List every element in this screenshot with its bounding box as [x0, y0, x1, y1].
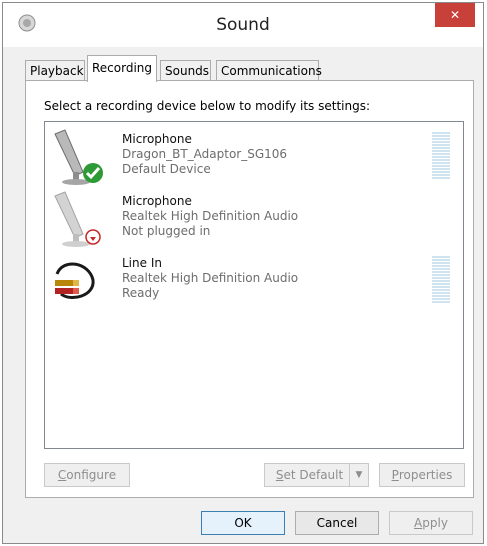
list-item[interactable]: Microphone Realtek High Definition Audio… [45, 188, 463, 248]
chevron-down-icon[interactable]: ▼ [349, 464, 368, 486]
device-driver: Realtek High Definition Audio [122, 209, 299, 223]
sound-dialog: Sound ✕ Playback Recording Sounds Commun… [2, 2, 484, 544]
level-meter [432, 256, 450, 304]
device-driver: Realtek High Definition Audio [122, 271, 299, 285]
device-status: Default Device [122, 162, 211, 176]
microphone-icon [54, 129, 103, 185]
configure-button[interactable]: Configure [44, 463, 130, 487]
ok-button[interactable]: OK [201, 511, 285, 535]
device-name: Microphone [122, 132, 192, 146]
recording-panel: Select a recording device below to modif… [25, 80, 474, 498]
level-meter [432, 132, 450, 180]
device-status: Ready [122, 286, 160, 300]
device-status: Not plugged in [122, 224, 211, 238]
cancel-button[interactable]: Cancel [295, 511, 379, 535]
close-button[interactable]: ✕ [435, 3, 475, 27]
list-item[interactable]: Line In Realtek High Definition Audio Re… [45, 250, 463, 310]
tab-communications[interactable]: Communications [216, 60, 322, 81]
microphone-icon [54, 191, 101, 247]
set-default-button[interactable]: Set Default ▼ [264, 463, 369, 487]
properties-button[interactable]: Properties [379, 463, 465, 487]
tab-recording[interactable]: Recording [87, 55, 157, 82]
device-driver: Dragon_BT_Adaptor_SG106 [122, 147, 288, 161]
line-in-cable-icon [55, 262, 95, 299]
device-list[interactable]: Microphone Dragon_BT_Adaptor_SG106 Defau… [44, 121, 464, 449]
window-title: Sound [216, 15, 270, 35]
title-bar[interactable]: Sound ✕ [3, 3, 483, 47]
tab-sounds[interactable]: Sounds [160, 60, 211, 81]
instruction-text: Select a recording device below to modif… [44, 99, 371, 113]
apply-button[interactable]: Apply [389, 511, 473, 535]
device-name: Microphone [122, 194, 192, 208]
device-name: Line In [122, 256, 162, 270]
list-item[interactable]: Microphone Dragon_BT_Adaptor_SG106 Defau… [45, 126, 463, 186]
close-icon: ✕ [449, 8, 461, 22]
tab-playback[interactable]: Playback [25, 60, 85, 81]
